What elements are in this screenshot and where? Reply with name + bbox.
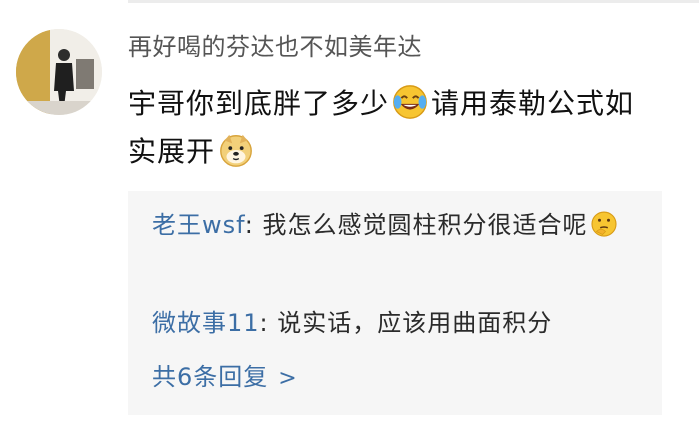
reply-separator-2: : [259, 309, 278, 337]
comment-text-part1: 宇哥你到底胖了多少 [128, 87, 390, 120]
more-replies-label: 共6条回复 [152, 363, 269, 391]
reply-author-2[interactable]: 微故事11 [152, 309, 260, 337]
reply-item: 微故事11: 说实话，应该用曲面积分 [152, 301, 652, 345]
top-divider [128, 0, 699, 3]
reply-separator-1: : [244, 211, 263, 239]
comment-text: 宇哥你到底胖了多少 请用泰勒公式如实展开 [128, 80, 648, 176]
avatar[interactable] [16, 29, 102, 115]
reply-box: 老王wsf: 我怎么感觉圆柱积分很适合呢 微故事11: 说实话，应该用曲面积分 … [128, 191, 662, 415]
more-replies-button[interactable]: 共6条回复 > [152, 357, 298, 399]
doge-emoji-icon [217, 131, 255, 169]
reply-item: 老王wsf: 我怎么感觉圆柱积分很适合呢 [152, 203, 652, 247]
reply-text-1: 我怎么感觉圆柱积分很适合呢 [262, 211, 588, 239]
chevron-right-icon: > [278, 366, 298, 391]
reply-author-1[interactable]: 老王wsf [152, 211, 245, 239]
laughing-crying-emoji-icon [391, 83, 429, 121]
avatar-photo-icon [16, 29, 102, 115]
comment-username[interactable]: 再好喝的芬达也不如美年达 [128, 30, 422, 64]
thinking-emoji-icon [589, 209, 619, 239]
reply-text-2: 说实话，应该用曲面积分 [277, 309, 553, 337]
